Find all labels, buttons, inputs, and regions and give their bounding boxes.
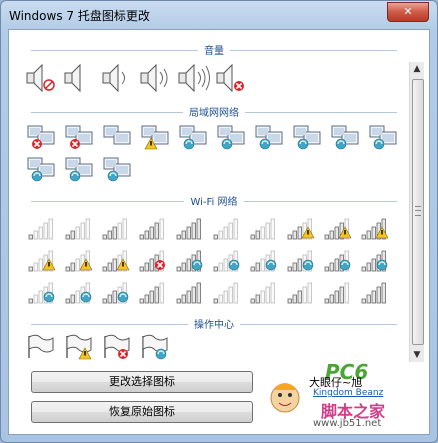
wifi-s4-warn-icon[interactable]	[323, 215, 355, 247]
section-volume-label: 音量	[198, 42, 230, 57]
wifi-s2-busy-icon[interactable]	[64, 279, 96, 311]
volume-level3-icon[interactable]	[177, 62, 211, 98]
wifi-s4-icon[interactable]	[138, 279, 170, 311]
wifi-s5-icon[interactable]	[175, 279, 207, 311]
section-wifi-label: Wi-Fi 网络	[184, 193, 244, 208]
lan-error-icon[interactable]	[63, 122, 97, 156]
section-lan-label: 局域网网络	[183, 104, 245, 119]
vertical-scrollbar[interactable]: ▲ ▼	[409, 62, 424, 362]
lan-busy-icon[interactable]	[253, 122, 287, 156]
wifi-s4-icon[interactable]	[323, 279, 355, 311]
wifi-s1-warn-icon[interactable]	[27, 247, 59, 279]
volume-level1-icon[interactable]	[101, 62, 135, 98]
wifi-s2-warn-icon[interactable]	[64, 247, 96, 279]
wifi-s5-busy-icon[interactable]	[175, 247, 207, 279]
wifi-s2-icon[interactable]	[249, 279, 281, 311]
wifi-s5-warn-icon[interactable]	[360, 215, 392, 247]
wifi-s1-icon[interactable]	[212, 215, 244, 247]
grip-icon	[415, 206, 421, 216]
action-center-flag-icon[interactable]	[25, 332, 59, 366]
wifi-s2-icon[interactable]	[64, 215, 96, 247]
lan-warning-icon[interactable]	[139, 122, 173, 156]
wifi-s2-icon[interactable]	[249, 215, 281, 247]
volume-mute-icon[interactable]	[25, 62, 59, 98]
wifi-s3-busy-icon[interactable]	[101, 279, 133, 311]
wifi-s3-icon[interactable]	[101, 215, 133, 247]
section-action-label: 操作中心	[188, 316, 240, 331]
lan-busy-icon[interactable]	[329, 122, 363, 156]
wifi-s5-icon[interactable]	[175, 215, 207, 247]
wifi-s3-icon[interactable]	[286, 279, 318, 311]
section-wifi: Wi-Fi 网络	[31, 193, 397, 208]
close-button[interactable]: ✕	[387, 2, 429, 22]
lan-busy-icon[interactable]	[63, 154, 97, 188]
icon-panel: ▲ ▼ 音量 局域网网络 Wi-Fi 网络 操作中心 更改选择图标 恢复原始图标	[8, 29, 430, 435]
title-bar[interactable]: Windows 7 托盘图标更改 ✕	[1, 1, 437, 29]
scroll-up-button[interactable]: ▲	[410, 62, 424, 76]
action-center-flag-warning-icon[interactable]	[63, 332, 97, 366]
volume-error-icon[interactable]	[215, 62, 249, 98]
window-title: Windows 7 托盘图标更改	[9, 9, 150, 23]
wifi-s1-busy-icon[interactable]	[27, 279, 59, 311]
wifi-s4-error-icon[interactable]	[138, 247, 170, 279]
lan-busy-icon[interactable]	[291, 122, 325, 156]
section-volume: 音量	[31, 42, 397, 57]
lan-busy-icon[interactable]	[367, 122, 401, 156]
app-window: Windows 7 托盘图标更改 ✕ ▲ ▼ 音量 局域网网络 Wi-Fi 网络…	[0, 0, 438, 443]
wifi-s3-warn-icon[interactable]	[286, 215, 318, 247]
wifi-s1-icon[interactable]	[27, 215, 59, 247]
wifi-s3-busy-icon[interactable]	[286, 247, 318, 279]
lan-busy-icon[interactable]	[177, 122, 211, 156]
lan-none-icon[interactable]	[101, 122, 135, 156]
action-center-flag-busy-icon[interactable]	[139, 332, 173, 366]
watermark-brand-en: Kingdom Beanz	[313, 388, 384, 398]
wifi-s1-busy-icon[interactable]	[212, 247, 244, 279]
section-lan: 局域网网络	[31, 104, 397, 119]
wifi-s4-icon[interactable]	[138, 215, 170, 247]
volume-level2-icon[interactable]	[139, 62, 173, 98]
wifi-s1-icon[interactable]	[212, 279, 244, 311]
action-center-flag-error-icon[interactable]	[101, 332, 135, 366]
scroll-thumb[interactable]	[412, 79, 424, 345]
restore-icon-button[interactable]: 恢复原始图标	[31, 401, 253, 423]
watermark-site: www.jb51.net	[313, 418, 382, 429]
change-icon-button[interactable]: 更改选择图标	[31, 371, 253, 393]
section-action-center: 操作中心	[31, 316, 397, 331]
lan-busy-icon[interactable]	[215, 122, 249, 156]
wifi-s3-alert-icon[interactable]	[101, 247, 133, 279]
watermark: PC6 大眼仔~旭 Kingdom Beanz 脚本之家 www.jb51.ne…	[261, 360, 421, 432]
lan-error-icon[interactable]	[25, 122, 59, 156]
lan-busy-icon[interactable]	[101, 154, 135, 188]
lan-busy-icon[interactable]	[25, 154, 59, 188]
wifi-s5-busy-icon[interactable]	[360, 247, 392, 279]
wifi-s5-icon[interactable]	[360, 279, 392, 311]
wifi-s4-busy-icon[interactable]	[323, 247, 355, 279]
volume-level0-icon[interactable]	[63, 62, 97, 98]
wifi-s2-busy-icon[interactable]	[249, 247, 281, 279]
